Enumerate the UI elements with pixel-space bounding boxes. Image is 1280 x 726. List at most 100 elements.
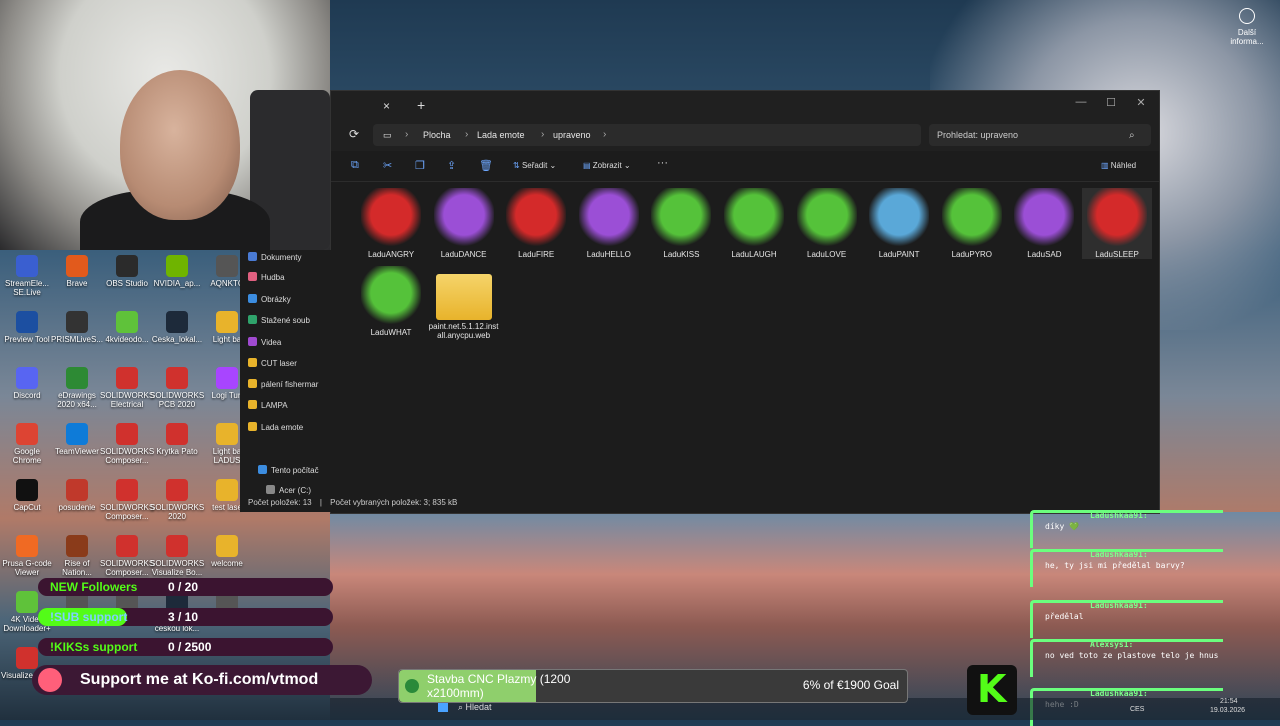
desktop-icon[interactable]: NVIDIA_ap... <box>150 255 204 288</box>
file-item[interactable]: LaduLAUGH <box>719 188 789 259</box>
file-name: LaduKISS <box>663 250 700 259</box>
folder-icon <box>248 400 257 409</box>
app-icon <box>66 311 88 333</box>
status-selected-count: Počet vybraných položek: 3; 835 kB <box>330 498 458 507</box>
start-icon[interactable] <box>438 702 448 712</box>
file-item[interactable]: LaduKISS <box>646 188 716 259</box>
file-item[interactable]: LaduLOVE <box>792 188 862 259</box>
folder-icon <box>248 272 257 281</box>
file-item[interactable]: LaduANGRY <box>356 188 426 259</box>
nav-item[interactable]: Tento počítač <box>258 465 319 475</box>
desktop-icon[interactable]: SOLIDWORKS Electrical <box>100 367 154 409</box>
minimize-button[interactable]: — <box>1071 96 1091 108</box>
desktop-icon[interactable]: OBS Studio <box>100 255 154 288</box>
desktop-icon-label: SOLIDWORKS 2020 <box>150 503 205 521</box>
desktop-icon[interactable]: StreamEle... SE.Live <box>0 255 54 297</box>
cut-icon[interactable]: ✂ <box>383 159 392 172</box>
goal-value: 0 / 2500 <box>168 640 212 654</box>
file-item[interactable]: LaduDANCE <box>429 188 499 259</box>
nav-item[interactable]: Videa <box>248 337 281 347</box>
desktop-icon[interactable]: Ceska_lokal... <box>150 311 204 344</box>
file-item[interactable]: LaduHELLO <box>574 188 644 259</box>
desktop-icon[interactable]: Rise of Nation... <box>50 535 104 577</box>
desktop-icon[interactable]: SOLIDWORKS Visualize Bo... <box>150 535 204 577</box>
app-icon <box>16 479 38 501</box>
sort-icon: ⇅ <box>513 161 522 170</box>
desktop-icon[interactable]: eDrawings 2020 x64... <box>50 367 104 409</box>
desktop-icon[interactable]: posudenie <box>50 479 104 512</box>
preview-button[interactable]: ▥ Náhled <box>1101 161 1136 170</box>
file-item[interactable]: LaduPYRO <box>937 188 1007 259</box>
nav-item[interactable]: Acer (C:) <box>266 485 311 495</box>
desktop-icon[interactable]: 4kvideodo... <box>100 311 154 344</box>
nav-item[interactable]: pálení fishermar <box>248 379 318 389</box>
nav-item[interactable]: Obrázky <box>248 294 291 304</box>
maximize-button[interactable]: ☐ <box>1101 96 1121 109</box>
nav-item[interactable]: Stažené soub <box>248 315 310 325</box>
search-placeholder: Prohledat: upraveno <box>937 130 1019 140</box>
desktop-icon[interactable]: SOLIDWORKS Composer... <box>100 535 154 577</box>
nav-item-label: LAMPA <box>261 401 288 410</box>
desktop-icon[interactable]: Preview Tool <box>0 311 54 344</box>
app-icon <box>166 423 188 445</box>
desktop-icon[interactable]: SOLIDWORKS PCB 2020 <box>150 367 204 409</box>
desktop-icon[interactable]: Prusa G-code Viewer <box>0 535 54 577</box>
nav-item-label: Videa <box>261 338 282 347</box>
app-icon <box>116 479 138 501</box>
desktop-icon[interactable]: CapCut <box>0 479 54 512</box>
file-item[interactable]: LaduPAINT <box>864 188 934 259</box>
breadcrumb-plocha[interactable]: Plocha <box>423 130 451 140</box>
nav-item[interactable]: CUT laser <box>248 358 297 368</box>
file-item[interactable]: paint.net.5.1.12.install.anycpu.web <box>429 266 499 340</box>
desktop-icon[interactable]: welcome <box>200 535 254 568</box>
preview-label: Náhled <box>1110 161 1137 170</box>
desktop-icon[interactable]: SOLIDWORKS Composer... <box>100 479 154 521</box>
file-item[interactable]: LaduWHAT <box>356 266 426 337</box>
tab-close-button[interactable]: × <box>383 99 390 113</box>
address-bar[interactable]: ▭ › Plocha › Lada emote › upraveno › <box>373 124 921 146</box>
desktop-icon[interactable]: Brave <box>50 255 104 288</box>
taskbar-date: 19.03.2026 <box>1210 707 1246 714</box>
copy-icon[interactable]: ❐ <box>415 159 425 172</box>
desktop-icon[interactable]: SOLIDWORKS Composer... <box>100 423 154 465</box>
nav-item[interactable]: LAMPA <box>248 400 288 410</box>
notification-button[interactable]: Další informa... <box>1222 8 1272 46</box>
view-button[interactable]: ▤ Zobrazit ⌄ <box>583 161 631 170</box>
nav-item[interactable]: Hudba <box>248 272 285 282</box>
desktop-icon[interactable]: Discord <box>0 367 54 400</box>
share-icon[interactable]: ⇪ <box>447 159 456 172</box>
file-item[interactable]: LaduSLEEP <box>1082 188 1152 259</box>
desktop-icon[interactable]: SOLIDWORKS 2020 <box>150 479 204 521</box>
app-icon <box>16 367 38 389</box>
sort-button[interactable]: ⇅ Seřadit ⌄ <box>513 161 556 170</box>
file-item[interactable]: LaduSAD <box>1009 188 1079 259</box>
nav-item[interactable]: Lada emote <box>248 422 303 432</box>
taskbar-lang[interactable]: CES <box>1130 706 1144 713</box>
dragon-emote-thumbnail <box>506 188 567 248</box>
dragon-emote-thumbnail <box>1087 188 1147 248</box>
search-input[interactable]: Prohledat: upraveno ⌕ <box>929 124 1151 146</box>
desktop-icon[interactable]: Krytka Pato <box>150 423 204 456</box>
delete-icon[interactable]: 🗑 <box>479 159 493 172</box>
desktop-icon[interactable]: TeamViewer <box>50 423 104 456</box>
status-item-count: Počet položek: 13 <box>248 498 312 507</box>
new-tab-button[interactable]: + <box>417 97 425 113</box>
breadcrumb-lada-emote[interactable]: Lada emote <box>477 130 525 140</box>
chat-message-border <box>1030 639 1223 677</box>
breadcrumb-upraveno[interactable]: upraveno <box>553 130 591 140</box>
new-item-icon[interactable]: ⧉ <box>351 159 359 172</box>
desktop-icon-label: Rise of Nation... <box>62 559 92 577</box>
notification-icon <box>1239 8 1255 24</box>
desktop-icon[interactable]: PRISMLiveS... <box>50 311 104 344</box>
desktop-icon[interactable]: Google Chrome <box>0 423 54 465</box>
folder-icon <box>248 337 257 346</box>
file-explorer-window[interactable]: × + — ☐ ✕ ⟳ ▭ › Plocha › Lada emote › up… <box>330 90 1160 514</box>
close-window-button[interactable]: ✕ <box>1131 96 1151 109</box>
refresh-icon[interactable]: ⟳ <box>349 127 359 141</box>
kick-logo-letter: K <box>977 667 1007 711</box>
file-item[interactable]: LaduFIRE <box>501 188 571 259</box>
nav-item[interactable]: Dokumenty <box>248 252 301 262</box>
more-options-button[interactable]: ··· <box>657 157 668 169</box>
taskbar-search[interactable]: ⌕ Hledat <box>458 702 492 713</box>
desktop-icon-label: posudenie <box>58 503 96 512</box>
